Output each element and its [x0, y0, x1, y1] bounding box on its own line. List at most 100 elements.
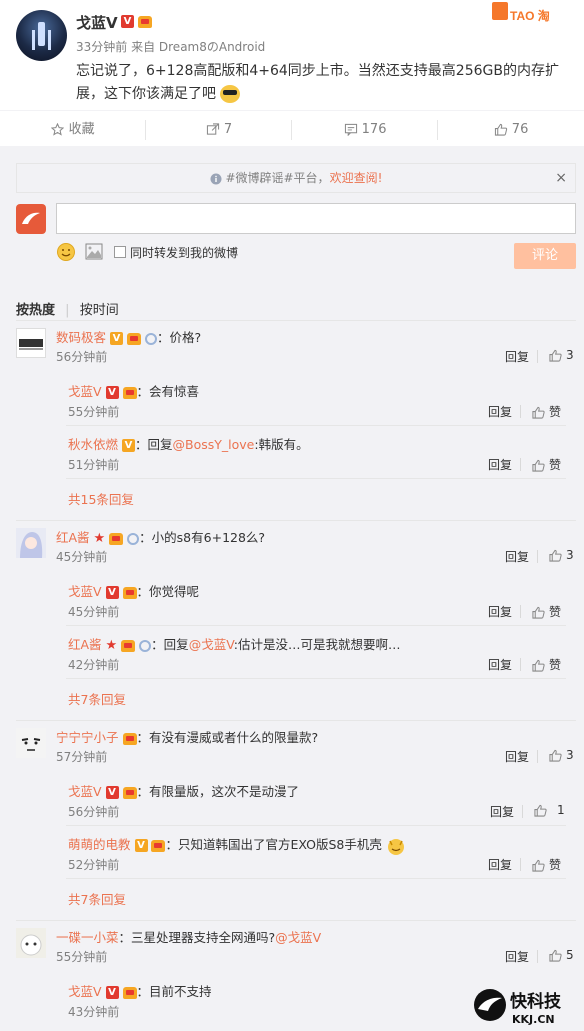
divider: [537, 750, 538, 763]
like-button[interactable]: 76: [438, 111, 584, 148]
member-crown-icon: [122, 986, 137, 999]
reply-button[interactable]: 回复: [488, 456, 512, 473]
tab-hot[interactable]: 按热度: [16, 299, 55, 318]
notice-link[interactable]: 欢迎查阅!: [330, 171, 383, 185]
favorite-button[interactable]: 收藏: [0, 111, 146, 148]
comment-avatar[interactable]: [16, 328, 46, 358]
info-icon: [210, 173, 222, 184]
close-icon[interactable]: ×: [555, 164, 567, 192]
comment-avatar[interactable]: [16, 928, 46, 958]
reply-author[interactable]: 戈蓝V: [68, 984, 102, 999]
mention-link[interactable]: @戈蓝V: [275, 930, 321, 945]
comment-button[interactable]: 176: [292, 111, 438, 148]
image-icon[interactable]: [85, 243, 103, 260]
emoji-icon[interactable]: [56, 242, 76, 262]
divider: [537, 550, 538, 563]
comment-author[interactable]: 一碟一小菜: [56, 930, 119, 945]
reply-content: ：会有惊喜: [136, 384, 200, 399]
author-avatar[interactable]: [16, 10, 67, 61]
divider: [520, 405, 521, 418]
reply-text: 秋水依燃 V ：回复@BossY_love:韩版有。: [68, 434, 309, 453]
thumbs-up-icon: [494, 123, 507, 136]
like-label: 赞: [549, 405, 562, 419]
author-name[interactable]: 戈蓝V: [76, 12, 118, 33]
more-replies-link[interactable]: 共7条回复: [68, 889, 126, 908]
reply-author[interactable]: 红A酱: [68, 637, 102, 652]
like-count: 3: [566, 348, 574, 362]
watermark-cn: 快科技: [510, 991, 562, 1012]
member-crown-icon: [122, 386, 137, 399]
reply-like-button[interactable]: 赞: [532, 456, 561, 473]
tab-time[interactable]: 按时间: [80, 299, 119, 318]
reply-text: 戈蓝V V ：有限量版，这次不是动漫了: [68, 781, 299, 800]
thumbs-up-icon: [549, 749, 562, 762]
reply-button[interactable]: 回复: [488, 856, 512, 873]
repost-button[interactable]: 7: [146, 111, 292, 148]
reply-button[interactable]: 回复: [490, 803, 514, 820]
reply-like-button[interactable]: 赞: [532, 603, 561, 620]
divider: [520, 605, 521, 618]
level-ring-icon: [127, 532, 140, 545]
like-label: 赞: [549, 858, 562, 872]
post-text: 忘记说了，6+128高配版和4+64同步上市。当然还支持最高256GB的内存扩展…: [76, 60, 571, 106]
repost-checkbox[interactable]: [114, 246, 126, 258]
divider: [537, 350, 538, 363]
comment-author[interactable]: 红A酱: [56, 530, 90, 545]
reply-content: :韩版有。: [254, 437, 309, 452]
grin-cat-emoji-icon: [387, 838, 404, 855]
reply-like-button[interactable]: 赞: [532, 403, 561, 420]
post-text-content: 忘记说了，6+128高配版和4+64同步上市。当然还支持最高256GB的内存扩展…: [76, 63, 559, 102]
reply-author[interactable]: 戈蓝V: [68, 784, 102, 799]
reply-button[interactable]: 回复: [505, 948, 529, 965]
reply-text: 戈蓝V V ：你觉得呢: [68, 581, 199, 600]
verified-v-icon: V: [110, 332, 123, 345]
reply-button[interactable]: 回复: [505, 348, 529, 365]
mention-link[interactable]: @戈蓝V: [189, 637, 234, 652]
comment-like-button[interactable]: 3: [549, 548, 574, 562]
more-replies-link[interactable]: 共15条回复: [68, 489, 134, 508]
divider: [16, 520, 576, 521]
like-label: 赞: [549, 605, 562, 619]
favorite-label: 收藏: [68, 122, 95, 137]
comment-avatar[interactable]: [16, 728, 46, 758]
repost-icon: [206, 123, 219, 135]
comment-input[interactable]: [56, 203, 576, 234]
star-icon: [51, 123, 65, 136]
reply-like-button[interactable]: 赞: [532, 656, 561, 673]
divider: [66, 878, 566, 879]
verified-v-icon: V: [105, 586, 119, 599]
tab-separator: |: [65, 303, 70, 318]
reply-like-button[interactable]: 赞: [532, 856, 561, 873]
reply-button[interactable]: 回复: [488, 403, 512, 420]
comment-author[interactable]: 宁宁宁小子: [56, 730, 119, 745]
reply-prefix: ：回复: [151, 637, 189, 652]
mention-link[interactable]: @BossY_love: [173, 437, 255, 452]
comment-avatar[interactable]: [16, 528, 46, 558]
reply-author[interactable]: 戈蓝V: [68, 584, 102, 599]
divider: [66, 825, 566, 826]
reply-author[interactable]: 秋水依燃: [68, 437, 118, 452]
reply-author[interactable]: 戈蓝V: [68, 384, 102, 399]
comment-text: 宁宁宁小子 ：有没有漫威或者什么的限量款?: [56, 727, 318, 746]
more-replies-link[interactable]: 共7条回复: [68, 689, 126, 708]
comment-author[interactable]: 数码极客: [56, 330, 106, 345]
verified-v-icon: V: [105, 386, 119, 399]
reply-button[interactable]: 回复: [505, 748, 529, 765]
comment-time: 56分钟前: [56, 350, 108, 364]
member-crown-icon: [126, 332, 141, 345]
comment-like-button[interactable]: 3: [549, 348, 574, 362]
reply-button[interactable]: 回复: [505, 548, 529, 565]
member-crown-icon: [138, 15, 153, 28]
comment-like-button[interactable]: 3: [549, 748, 574, 762]
reply-content: ：你觉得呢: [136, 584, 200, 599]
reply-button[interactable]: 回复: [488, 603, 512, 620]
thumbs-up-icon: [532, 459, 545, 472]
submit-comment-button[interactable]: 评论: [514, 243, 576, 269]
comment-like-button[interactable]: 5: [549, 948, 574, 962]
repost-label: 同时转发到我的微博: [130, 246, 239, 260]
comment-time: 55分钟前: [56, 950, 108, 964]
reply-like-button[interactable]: 1: [534, 803, 565, 817]
reply-button[interactable]: 回复: [488, 656, 512, 673]
brand-logo: TAO 淘起来: [492, 2, 550, 23]
reply-author[interactable]: 萌萌的电教: [68, 837, 131, 852]
